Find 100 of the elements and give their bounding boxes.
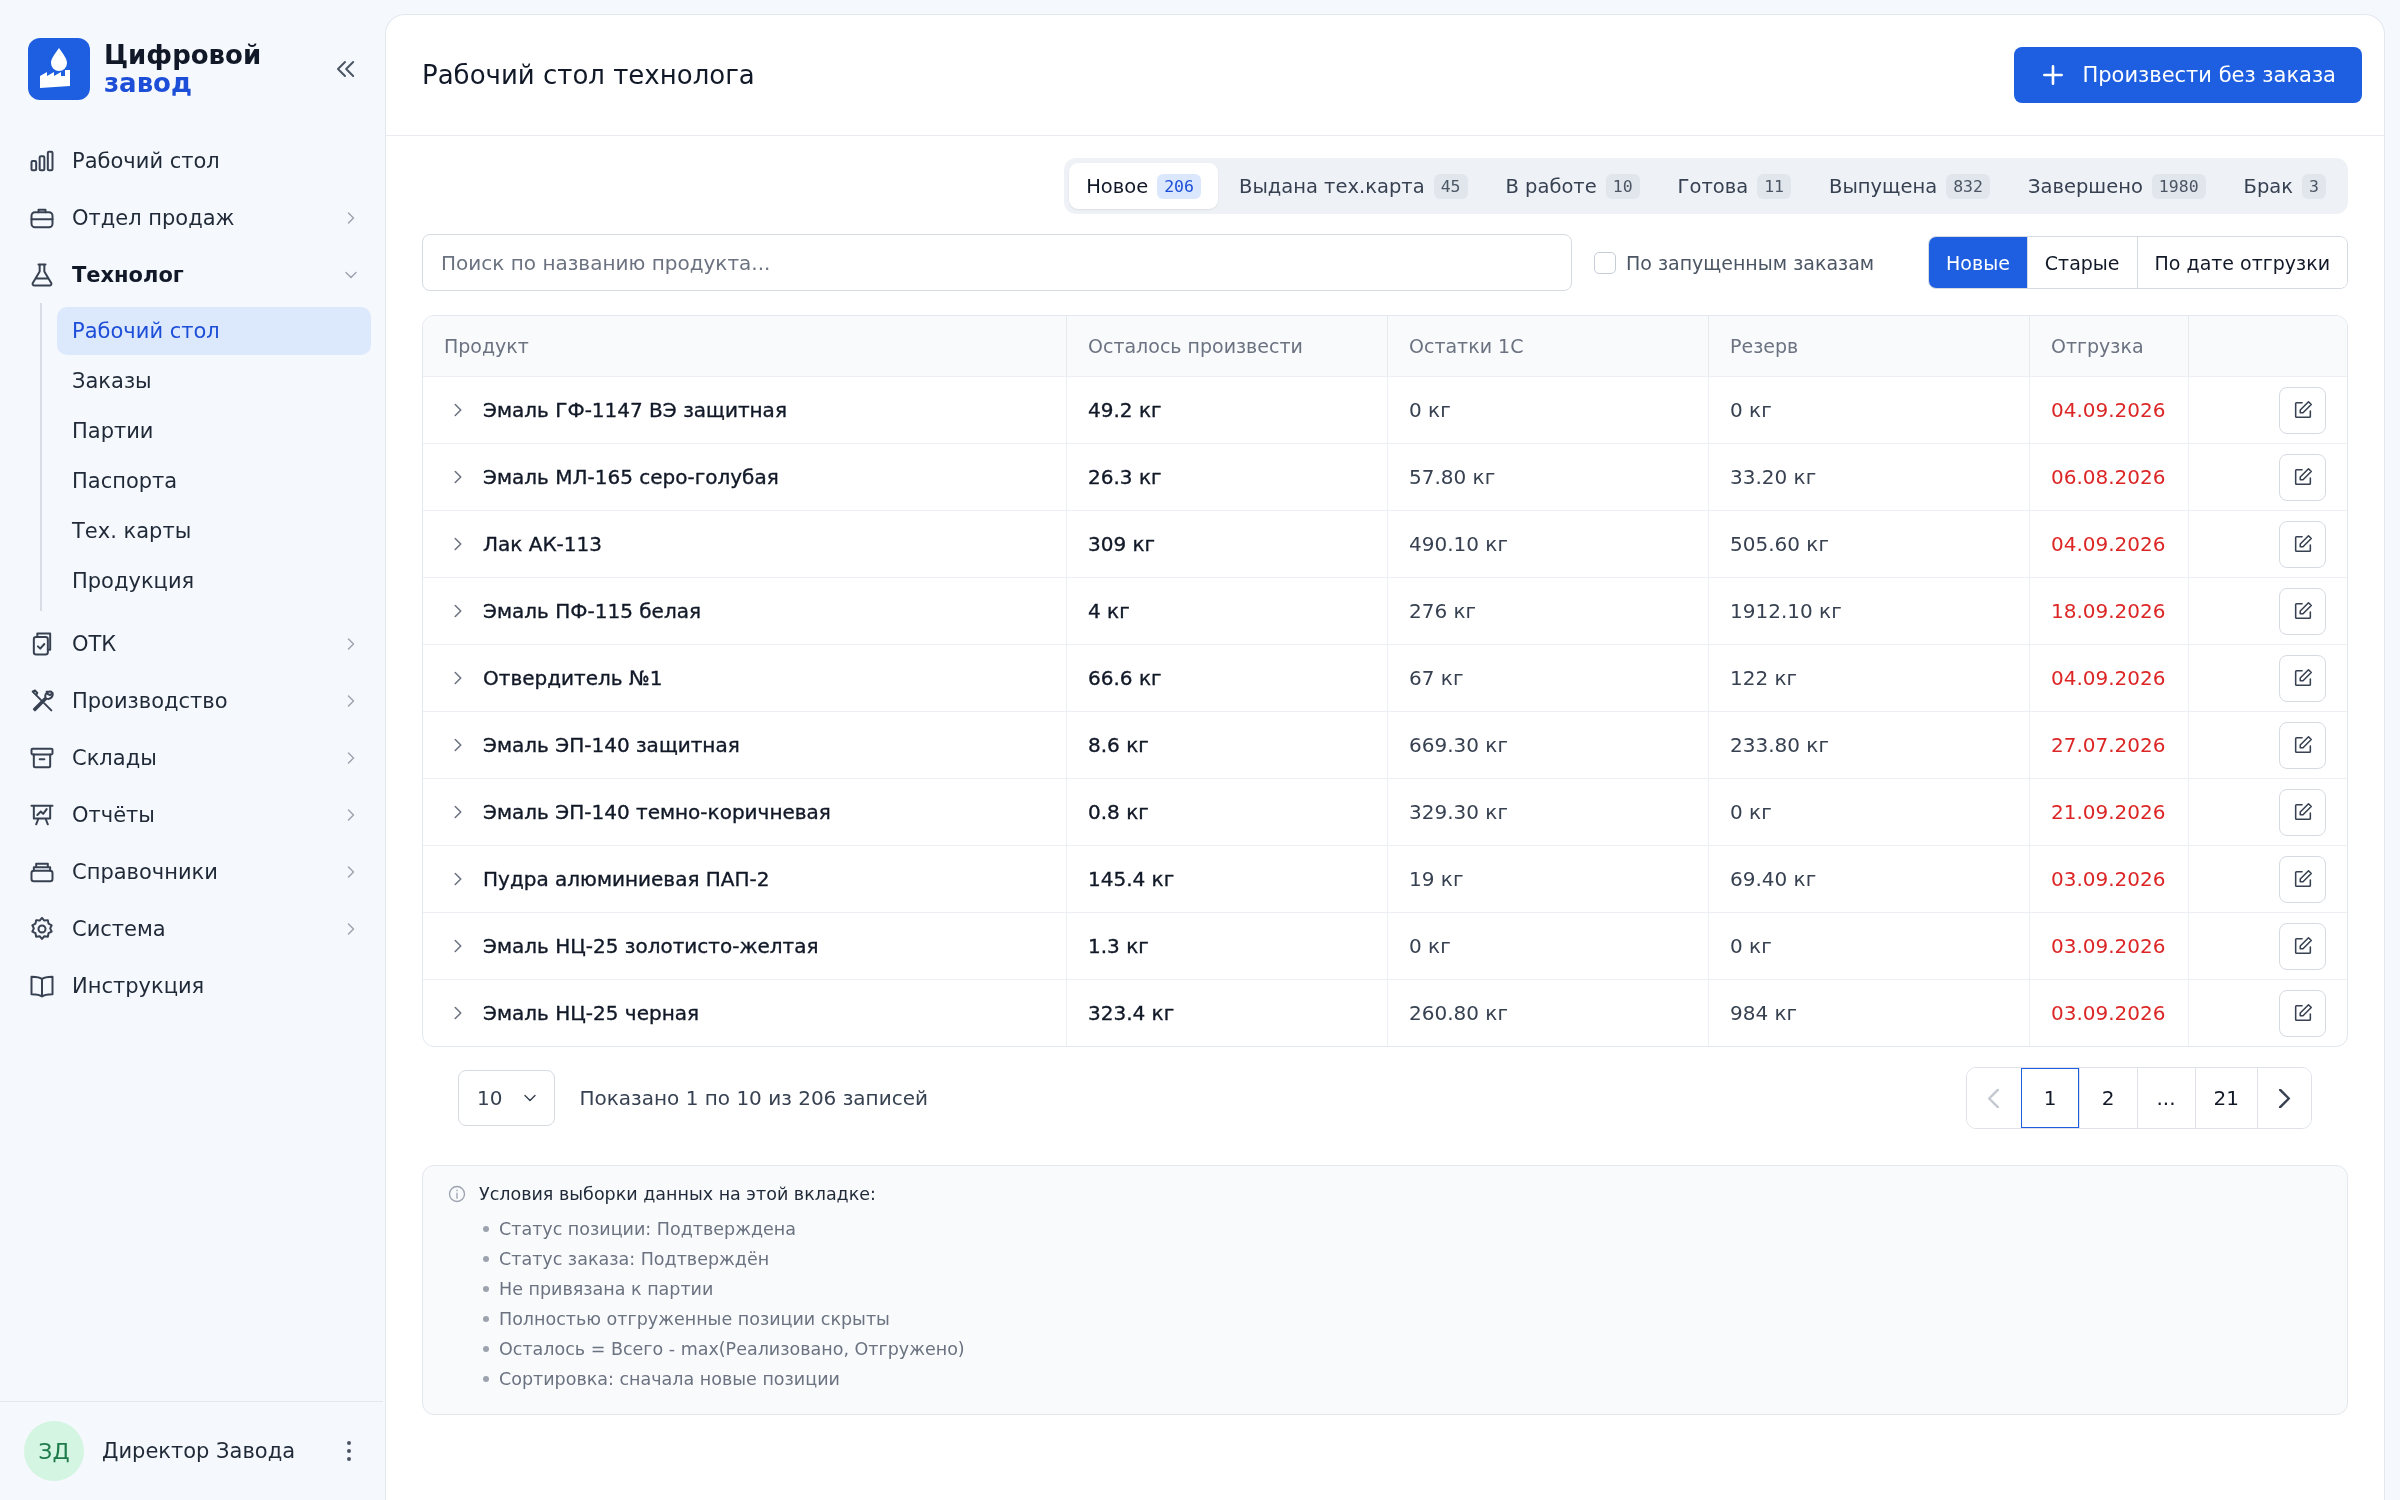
table-cell: 122 кг — [1708, 645, 2029, 711]
nav-item[interactable]: Система — [0, 900, 383, 957]
bullet-icon — [483, 1256, 489, 1262]
table-cell: 0 кг — [1387, 913, 1708, 979]
product-cell: Эмаль ПФ-115 белая — [423, 578, 1066, 644]
tab-label: Брак — [2243, 174, 2294, 198]
product-cell: Эмаль НЦ-25 золотисто-желтая — [423, 913, 1066, 979]
condition-text: Сортировка: сначала новые позиции — [499, 1369, 840, 1389]
nav-item[interactable]: Отдел продаж — [0, 189, 383, 246]
user-name: Директор Завода — [102, 1439, 296, 1463]
status-tab[interactable]: Выпущена 832 — [1812, 163, 2007, 209]
edit-button[interactable] — [2279, 587, 2326, 635]
bullet-icon — [483, 1376, 489, 1382]
date-cell: 04.09.2026 — [2029, 511, 2188, 577]
column-header: Продукт — [443, 334, 530, 359]
condition-text: Осталось = Всего - max(Реализовано, Отгружено) — [499, 1339, 965, 1359]
table-cell: 490.10 кг — [1387, 511, 1708, 577]
condition-text: Статус позиции: Подтверждена — [499, 1219, 796, 1239]
table-cell: 8.6 кг — [1066, 712, 1387, 778]
checkbox[interactable] — [1594, 251, 1616, 274]
info-icon — [447, 1184, 467, 1204]
date-cell: 03.09.2026 — [2029, 846, 2188, 912]
nav-item[interactable]: Отчёты — [0, 786, 383, 843]
column-header: Отгрузка — [2029, 316, 2188, 376]
edit-button[interactable] — [2279, 721, 2326, 769]
sort-button[interactable]: Новые — [1929, 237, 2027, 288]
status-tab[interactable]: Выдана тех.карта 45 — [1222, 163, 1485, 209]
date-cell: 04.09.2026 — [2029, 377, 2188, 443]
count-badge: 45 — [1433, 173, 1468, 199]
edit-button[interactable] — [2279, 520, 2326, 568]
product-cell: Эмаль ЭП-140 защитная — [423, 712, 1066, 778]
edit-button[interactable] — [2279, 855, 2326, 903]
status-tab[interactable]: Брак 3 — [2226, 163, 2343, 209]
nav-item[interactable]: Рабочий стол — [0, 132, 383, 189]
nav-subitem[interactable]: Заказы — [57, 357, 371, 405]
page-title: Рабочий стол технолога — [422, 60, 755, 90]
table-cell: 69.40 кг — [1708, 846, 2029, 912]
product-cell: Отвердитель №1 — [423, 645, 1066, 711]
page-size-select[interactable]: 10 — [458, 1070, 556, 1126]
status-tab[interactable]: Готова 11 — [1660, 163, 1809, 209]
count-badge: 10 — [1605, 173, 1640, 199]
edit-button[interactable] — [2279, 989, 2326, 1037]
nav-item[interactable]: Справочники — [0, 843, 383, 900]
next-page-button[interactable] — [2257, 1068, 2311, 1128]
table-cell: 26.3 кг — [1066, 444, 1387, 510]
date-cell: 06.08.2026 — [2029, 444, 2188, 510]
table-cell: 323.4 кг — [1066, 980, 1387, 1046]
count-badge: 832 — [1946, 173, 1990, 199]
gear-icon — [28, 914, 56, 943]
bullet-icon — [483, 1226, 489, 1232]
table-cell: 0 кг — [1387, 377, 1708, 443]
nav-item[interactable]: Инструкция — [0, 957, 383, 1014]
table-cell: 145.4 кг — [1066, 846, 1387, 912]
tab-label: Готова — [1677, 174, 1749, 198]
nav-item[interactable]: ОТК — [0, 615, 383, 672]
records-summary: Показано 1 по 10 из 206 записей — [579, 1086, 928, 1110]
table-cell: 1912.10 кг — [1708, 578, 2029, 644]
count-badge: 206 — [1157, 173, 1201, 199]
edit-button[interactable] — [2279, 453, 2326, 501]
page-button[interactable]: 1 — [2020, 1068, 2079, 1128]
edit-button[interactable] — [2279, 386, 2326, 434]
produce-button[interactable]: Произвести без заказа — [2014, 47, 2362, 103]
nav-subitem[interactable]: Тех. карты — [57, 507, 371, 555]
table-cell: 19 кг — [1387, 846, 1708, 912]
table-cell: 4 кг — [1066, 578, 1387, 644]
nav-subitem[interactable]: Рабочий стол — [57, 307, 371, 355]
date-cell: 21.09.2026 — [2029, 779, 2188, 845]
sort-button[interactable]: По дате отгрузки — [2136, 237, 2347, 288]
tab-label: Завершено — [2028, 174, 2143, 198]
bullet-icon — [483, 1316, 489, 1322]
nav-subitem[interactable]: Партии — [57, 407, 371, 455]
chevron-left-icon — [1987, 1088, 2001, 1108]
count-badge: 1980 — [2151, 173, 2206, 199]
table-cell: 49.2 кг — [1066, 377, 1387, 443]
tab-label: В работе — [1505, 174, 1597, 198]
logo-icon — [28, 38, 90, 100]
table-cell: 67 кг — [1387, 645, 1708, 711]
table-cell: 66.6 кг — [1066, 645, 1387, 711]
product-cell: Эмаль НЦ-25 черная — [423, 980, 1066, 1046]
edit-button[interactable] — [2279, 788, 2326, 836]
nav-item[interactable]: Технолог — [0, 246, 383, 303]
status-tab[interactable]: Новое 206 — [1069, 163, 1218, 209]
table-cell: 57.80 кг — [1387, 444, 1708, 510]
table-cell: 233.80 кг — [1708, 712, 2029, 778]
edit-button[interactable] — [2279, 922, 2326, 970]
product-cell: Эмаль ГФ-1147 ВЭ защитная — [423, 377, 1066, 443]
edit-button[interactable] — [2279, 654, 2326, 702]
column-header: Остатки 1С — [1387, 316, 1708, 376]
search-field[interactable]: Поиск по названию продукта... — [422, 234, 1572, 291]
status-tab[interactable]: Завершено 1980 — [2011, 163, 2223, 209]
column-header: Осталось произвести — [1066, 316, 1387, 376]
nav-item[interactable]: Склады — [0, 729, 383, 786]
nav-subitem[interactable]: Продукция — [57, 557, 371, 605]
nav-subitem[interactable]: Паспорта — [57, 457, 371, 505]
user-avatar[interactable]: ЗД — [24, 1421, 84, 1481]
table-cell: 0 кг — [1708, 913, 2029, 979]
table-cell: 1.3 кг — [1066, 913, 1387, 979]
status-tab[interactable]: В работе 10 — [1488, 163, 1657, 209]
nav-item[interactable]: Производство — [0, 672, 383, 729]
info-title: Условия выборки данных на этой вкладке: — [479, 1184, 876, 1204]
